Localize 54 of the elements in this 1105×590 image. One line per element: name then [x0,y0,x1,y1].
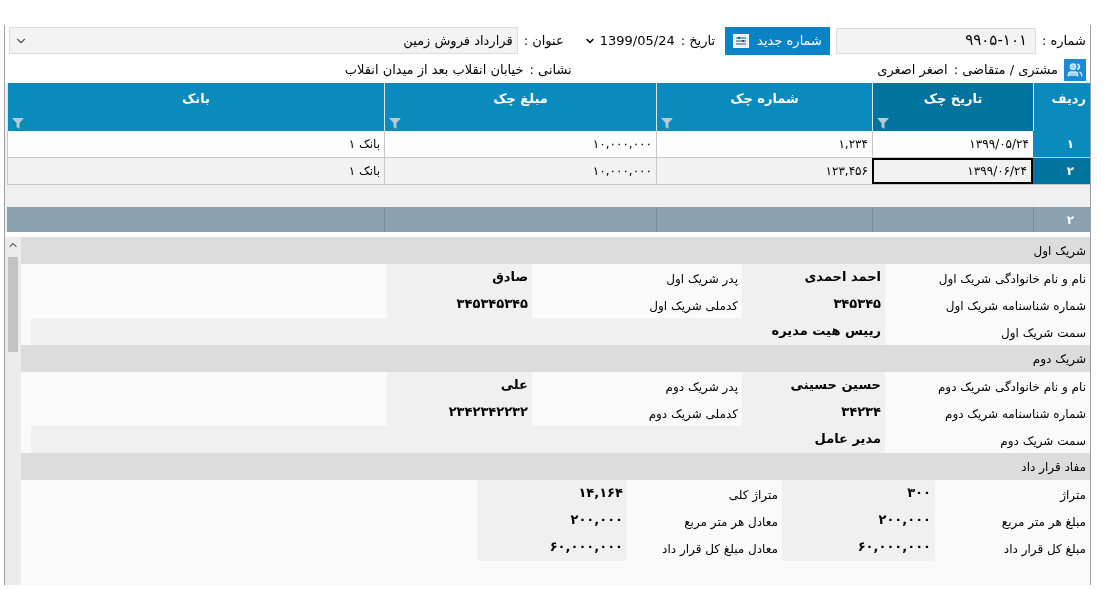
field-value: ۱۴,۱۶۴ [477,480,627,507]
section-header: مفاد قرار داد [21,453,1090,480]
table-cell: ۱۳۹۹/۰۵/۲۴ [872,131,1033,157]
table-cell: ۱۰,۰۰۰,۰۰۰ [384,131,656,157]
row-count-cell: ۲ [1033,207,1090,232]
field-value: ۲۳۴۲۳۴۲۲۳۲ [387,399,532,426]
date-label: تاریخ : [680,31,716,50]
table-cell: ۱۳۹۹/۰۶/۲۴ [872,158,1033,184]
number-label: شماره : [1042,31,1086,50]
filter-icon[interactable] [12,118,24,129]
people-icon[interactable] [1064,58,1086,81]
field-value: صادق [387,264,532,291]
field-value: ۳۴۵۳۴۵۳۴۵ [387,291,532,318]
scrollbar-thumb[interactable] [8,257,18,352]
title-dropdown[interactable]: قرارداد فروش زمین [9,27,518,54]
field-value: ۶۰,۰۰۰,۰۰۰ [782,534,935,561]
column-header[interactable]: شماره چک [656,83,872,131]
table-cell: ۱۲۳,۴۵۶ [656,158,872,184]
number-field[interactable]: ۹۹۰۵-۱۰۱ [836,27,1036,54]
table-cell: بانک ۱ [7,131,384,157]
column-header[interactable]: بانک [7,83,384,131]
filter-icon[interactable] [877,118,889,129]
table-cell: ۱,۲۳۴ [656,131,872,157]
new-number-button[interactable]: شماره جدید [725,26,830,55]
customer-label: مشتری / متقاضی : [953,60,1058,79]
form-icon [733,33,750,48]
section-header: شریک اول [21,237,1090,264]
field-value: رییس هیت مدیره [31,318,885,345]
field-value: مدیر عامل [31,426,885,453]
field-value: ۶۰,۰۰۰,۰۰۰ [477,534,627,561]
table-cell: بانک ۱ [7,158,384,184]
field-value: ۲۰۰,۰۰۰ [477,507,627,534]
column-header[interactable]: تاریخ چک [872,83,1033,131]
column-header[interactable]: مبلغ چک [384,83,656,131]
filter-icon[interactable] [389,118,401,129]
title-label: عنوان : [523,31,564,51]
field-value: ۳۰۰ [782,480,935,507]
date-field[interactable]: 1399/05/24 [569,30,675,51]
field-value: ۲۰۰,۰۰۰ [782,507,935,534]
row-number-cell[interactable]: ۲ [1033,158,1090,184]
filter-icon[interactable] [661,118,673,129]
address-label: نشانی : [529,60,572,79]
field-value: علی [387,372,532,399]
customer-value: اصغر اصغری [876,60,948,80]
field-value: احمد احمدی [742,264,885,291]
field-value: ۳۴۲۳۴ [742,399,885,426]
field-value: ۳۴۵۳۴۵ [742,291,885,318]
field-value: حسین حسینی [742,372,885,399]
row-number-cell[interactable]: ۱ [1033,131,1090,157]
scrollbar[interactable] [5,237,21,585]
table-cell: ۱۰,۰۰۰,۰۰۰ [384,158,656,184]
section-header: شریک دوم [21,345,1090,372]
column-header[interactable]: ردیف [1033,83,1090,131]
address-value: خیابان انقلاب بعد از میدان انقلاب [344,60,524,80]
